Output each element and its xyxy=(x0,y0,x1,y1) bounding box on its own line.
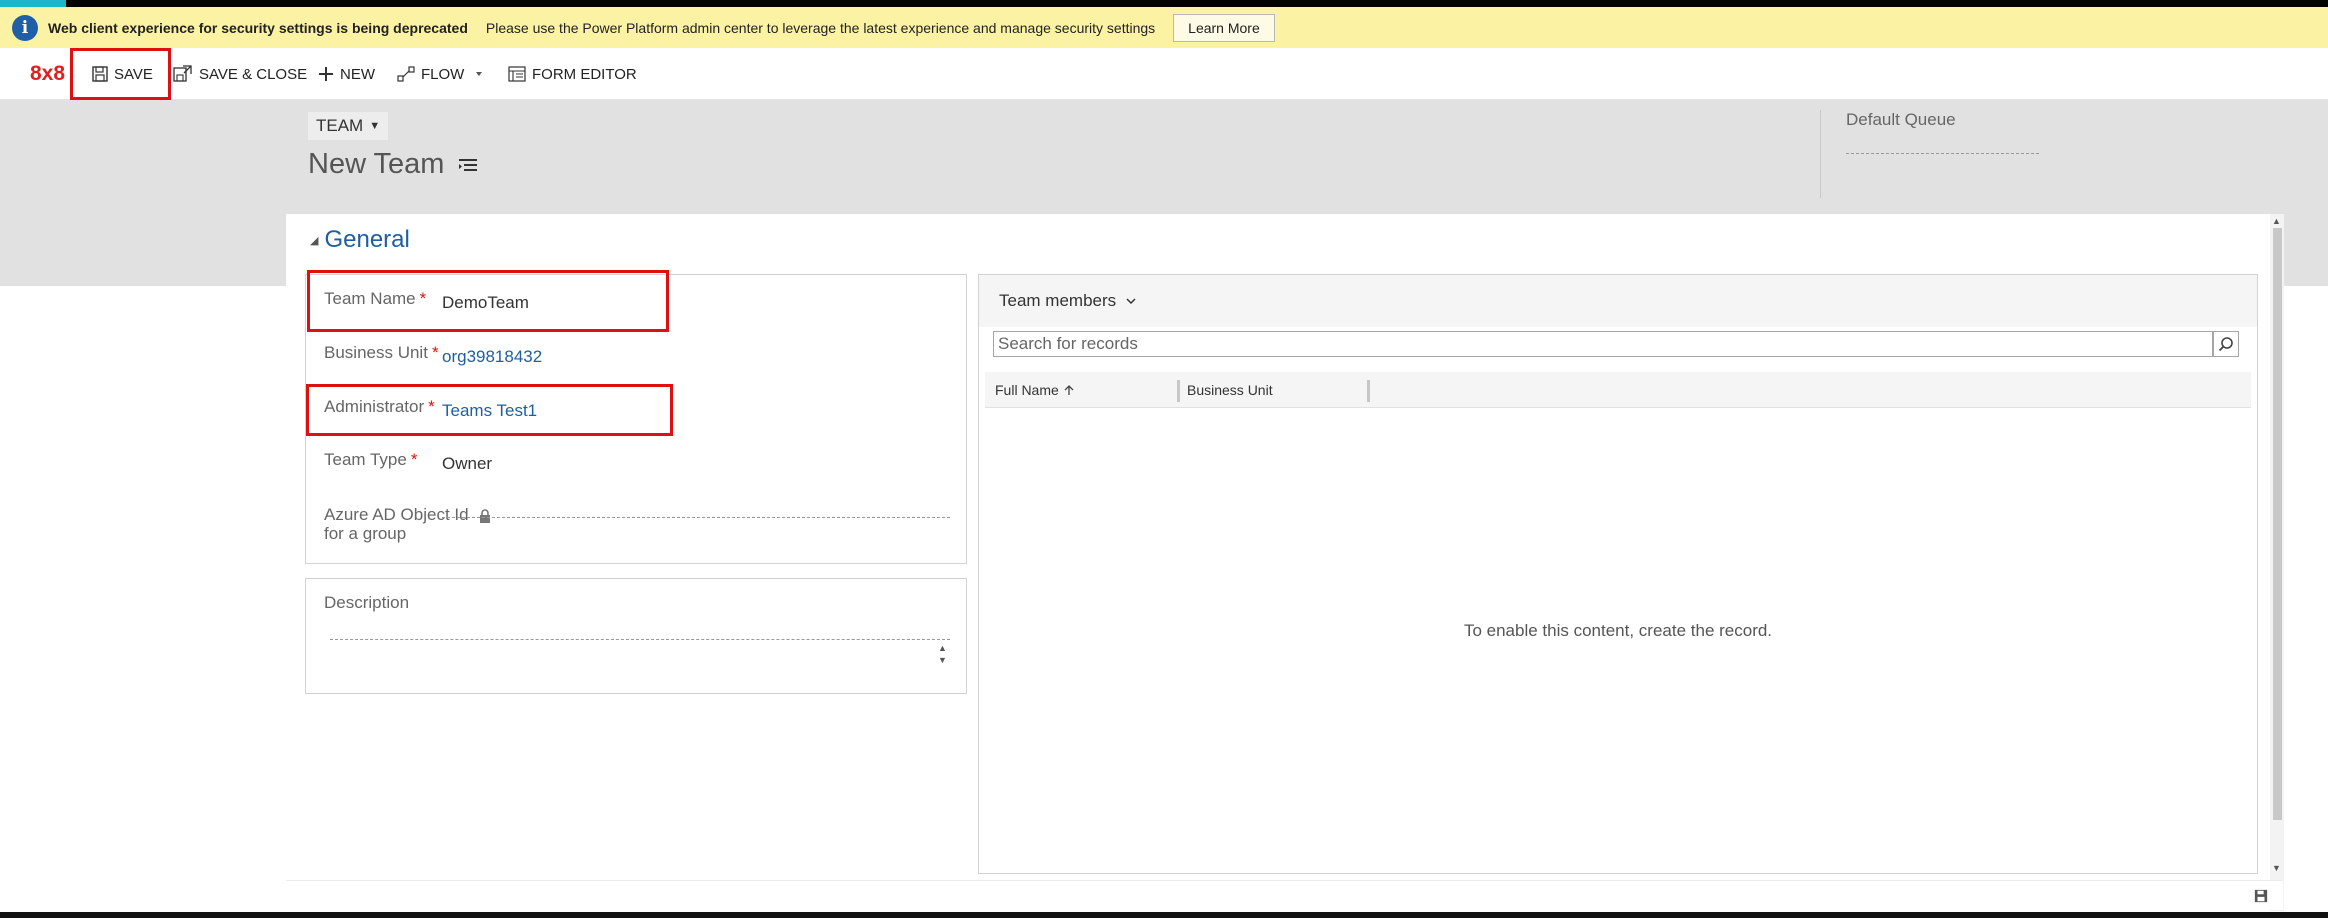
command-bar: 8x8 SAVE SAVE & CLOSE NEW FLOW FORM EDIT… xyxy=(0,48,2328,100)
caret-down-icon xyxy=(476,72,483,76)
save-highlight xyxy=(70,48,171,100)
flow-label: FLOW xyxy=(421,65,465,83)
save-close-label: SAVE & CLOSE xyxy=(199,65,308,83)
new-label: NEW xyxy=(340,65,375,83)
top-bar xyxy=(0,0,2328,7)
deprecation-banner: i Web client experience for security set… xyxy=(0,7,2328,48)
entity-label: TEAM xyxy=(316,116,364,135)
description-label: Description xyxy=(324,593,410,612)
subgrid-title: Team members xyxy=(999,291,1117,310)
info-icon: i xyxy=(12,14,38,41)
form-body: ◢ General Team Name * DemoTeam Business U… xyxy=(286,214,2283,911)
caret-down-icon: ▼ xyxy=(369,120,381,132)
description-input[interactable] xyxy=(330,639,950,640)
scrollbar-thumb[interactable] xyxy=(2273,228,2282,820)
form-editor-button[interactable]: FORM EDITOR xyxy=(508,62,637,86)
default-queue-label: Default Queue xyxy=(1846,110,1956,129)
top-bar-accent xyxy=(0,0,66,7)
section-general[interactable]: ◢ General xyxy=(310,226,410,254)
empty-message: To enable this content, create the recor… xyxy=(1463,621,1773,640)
subgrid-column-headers: Full Name Business Unit xyxy=(985,372,2251,408)
column-full-name[interactable]: Full Name xyxy=(995,382,1075,398)
sort-ascending-icon xyxy=(1064,385,1074,395)
page-title-text: New Team xyxy=(308,148,445,180)
banner-title: Web client experience for security setti… xyxy=(48,19,468,36)
section-title: General xyxy=(324,226,410,253)
description-box[interactable]: Description ▲ ▼ xyxy=(305,578,967,694)
azure-ad-value xyxy=(442,517,950,518)
team-name-highlight xyxy=(307,270,669,332)
column-resizer[interactable] xyxy=(1367,380,1370,402)
banner-message: Please use the Power Platform admin cent… xyxy=(485,19,1156,36)
plus-icon xyxy=(319,67,333,81)
business-unit-label: Business Unit * xyxy=(324,343,439,362)
subgrid-header: Team members xyxy=(979,275,2257,327)
field-azure-ad-object-id[interactable]: Azure AD Object Id for a group xyxy=(306,497,966,547)
search-button[interactable] xyxy=(2213,331,2239,357)
entity-selector[interactable]: TEAM ▼ xyxy=(308,112,389,140)
logo: 8x8 xyxy=(30,62,66,85)
lock-icon xyxy=(480,508,491,523)
field-business-unit[interactable]: Business Unit * org39818432 xyxy=(306,335,966,375)
form-editor-label: FORM EDITOR xyxy=(532,65,637,83)
scroll-up-arrow[interactable]: ▲ xyxy=(2272,216,2281,226)
chevron-down-icon xyxy=(1126,298,1136,305)
team-members-subgrid: Team members Search for records Full Nam… xyxy=(978,274,2258,874)
business-unit-link[interactable]: org39818432 xyxy=(442,347,542,367)
save-close-button[interactable]: SAVE & CLOSE xyxy=(173,62,307,86)
header-divider xyxy=(1820,110,1821,198)
team-type-value[interactable]: Owner xyxy=(442,454,492,474)
flow-button[interactable]: FLOW xyxy=(397,62,492,86)
save-icon[interactable] xyxy=(2254,889,2268,903)
column-business-unit[interactable]: Business Unit xyxy=(1187,382,1273,398)
team-type-label: Team Type * xyxy=(324,450,418,469)
azure-ad-label: Azure AD Object Id for a group xyxy=(324,505,491,543)
save-close-icon xyxy=(173,65,192,82)
form-selector-icon[interactable] xyxy=(458,158,478,172)
bottom-bar xyxy=(0,912,2328,918)
administrator-highlight xyxy=(306,384,673,436)
scroll-down-arrow[interactable]: ▼ xyxy=(2272,863,2281,873)
subgrid-view-selector[interactable]: Team members xyxy=(999,291,1136,311)
form-editor-icon xyxy=(508,66,526,82)
required-mark: * xyxy=(431,343,439,362)
flow-icon xyxy=(397,66,415,82)
form-footer xyxy=(286,880,2283,910)
default-queue-field[interactable] xyxy=(1846,153,2039,154)
description-scroll-arrows[interactable]: ▲ ▼ xyxy=(938,642,950,668)
required-mark: * xyxy=(410,450,418,469)
new-button[interactable]: NEW xyxy=(318,62,375,86)
collapse-triangle-icon: ◢ xyxy=(310,234,319,247)
column-resizer[interactable] xyxy=(1177,380,1180,402)
learn-more-button[interactable]: Learn More xyxy=(1173,13,1275,42)
search-input[interactable]: Search for records xyxy=(993,331,2213,357)
page-title: New Team xyxy=(308,148,478,181)
field-team-type[interactable]: Team Type * Owner xyxy=(306,442,966,482)
search-icon xyxy=(2218,337,2233,352)
